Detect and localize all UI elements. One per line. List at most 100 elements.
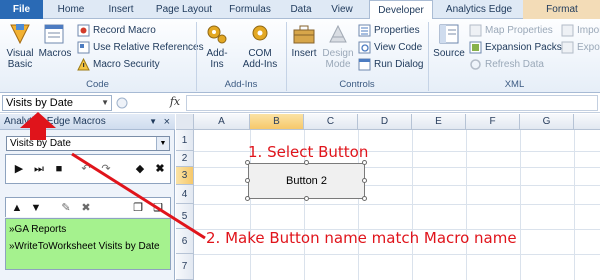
list-item[interactable]: »GA Reports (9, 224, 66, 235)
row-header-6[interactable]: 6 (176, 229, 194, 254)
use-relative-references-button[interactable]: Use Relative References (77, 40, 204, 56)
resize-handle[interactable] (362, 178, 367, 183)
name-box[interactable]: Visits by Date ▼ (2, 95, 112, 111)
stop-icon[interactable]: ■ (51, 161, 67, 177)
tab-page-layout[interactable]: Page Layout (150, 0, 218, 19)
tab-formulas[interactable]: Formulas (222, 0, 278, 19)
com-gear-icon (252, 25, 268, 41)
map-properties-icon (469, 24, 482, 37)
insert-control-button[interactable]: Insert (289, 22, 319, 59)
chevron-down-icon[interactable]: ▼ (156, 137, 169, 150)
column-header-a[interactable]: A (194, 114, 250, 130)
chevron-down-icon[interactable]: ▼ (101, 96, 109, 110)
resize-handle-icon[interactable] (116, 95, 128, 111)
close-icon[interactable]: × (164, 114, 170, 130)
tab-file[interactable]: File (0, 0, 43, 19)
play-icon[interactable]: ▶ (11, 161, 27, 177)
expansion-packs-label: Expansion Packs (485, 42, 562, 53)
paste-icon[interactable]: ❑ (150, 200, 166, 216)
form-control-button[interactable]: Button 2 (248, 163, 365, 199)
playback-toolbar: ▶ ⏭ ■ ↶ ↷ ◆ ✖ (5, 154, 171, 184)
controls-group-label: Controls (339, 79, 375, 90)
macros-label: Macros (38, 48, 72, 59)
tab-home[interactable]: Home (52, 0, 90, 19)
move-down-icon[interactable]: ▼ (28, 200, 44, 216)
redo-icon[interactable]: ↷ (98, 161, 114, 177)
ribbon-tab-row: File Home Insert Page Layout Formulas Da… (0, 0, 600, 20)
worksheet-grid[interactable]: A B C D E F G 1 2 3 4 5 6 7 (176, 114, 600, 280)
tab-developer[interactable]: Developer (369, 0, 433, 20)
import-icon (561, 24, 574, 37)
tag-icon[interactable]: ◆ (132, 161, 148, 177)
resize-handle[interactable] (304, 196, 309, 201)
row-header-7[interactable]: 7 (176, 254, 194, 280)
select-all-corner[interactable] (176, 114, 194, 130)
refresh-icon (470, 59, 481, 70)
column-header-g[interactable]: G (520, 114, 574, 130)
insert-function-button[interactable]: fx (165, 95, 185, 111)
move-up-icon[interactable]: ▲ (9, 200, 25, 216)
macro-select[interactable]: Visits by Date ▼ (6, 136, 170, 151)
xml-source-button[interactable]: Source (431, 22, 467, 59)
expansion-packs-icon (469, 41, 482, 54)
grid-line (412, 130, 413, 280)
pane-menu-icon[interactable]: ▼ (149, 114, 157, 130)
design-mode-button[interactable]: Design Mode (319, 22, 357, 70)
column-header-b[interactable]: B (250, 114, 304, 130)
macros-button[interactable]: Macros (38, 22, 72, 59)
row-header-5[interactable]: 5 (176, 204, 194, 229)
pane-title-bar: Analytics Edge Macros ▼ × (0, 114, 175, 130)
row-header-2[interactable]: 2 (176, 151, 194, 167)
macro-select-value: Visits by Date (10, 138, 71, 149)
xml-group-label: XML (504, 79, 525, 90)
macro-list: »GA Reports »WriteToWorksheet Visits by … (5, 218, 171, 270)
resize-handle[interactable] (245, 196, 250, 201)
relative-references-icon (77, 41, 90, 54)
view-code-button[interactable]: View Code (358, 40, 422, 56)
column-header-h[interactable] (574, 114, 600, 130)
add-ins-group-label: Add-Ins (224, 79, 258, 90)
toolbox-icon (293, 25, 315, 44)
grid-line (194, 254, 600, 255)
edit-icon[interactable]: ✎ (58, 200, 74, 216)
resize-handle[interactable] (245, 178, 250, 183)
column-header-e[interactable]: E (412, 114, 466, 130)
grid-line (574, 130, 575, 280)
com-add-ins-button[interactable]: COM Add-Ins (238, 22, 282, 70)
expansion-packs-button[interactable]: Expansion Packs (469, 40, 562, 56)
formula-input[interactable] (186, 95, 598, 111)
column-header-c[interactable]: C (304, 114, 358, 130)
step-icon[interactable]: ⏭ (31, 161, 47, 177)
column-header-d[interactable]: D (358, 114, 412, 130)
export-button[interactable]: Expor (561, 40, 600, 56)
refresh-data-button[interactable]: Refresh Data (469, 57, 544, 73)
tab-data[interactable]: Data (284, 0, 318, 19)
resize-handle[interactable] (362, 196, 367, 201)
column-header-f[interactable]: F (466, 114, 520, 130)
row-header-3[interactable]: 3 (176, 167, 194, 185)
tab-view[interactable]: View (325, 0, 359, 19)
record-macro-button[interactable]: Record Macro (77, 23, 156, 39)
insert-control-label: Insert (291, 48, 317, 59)
row-header-4[interactable]: 4 (176, 185, 194, 204)
undo-icon[interactable]: ↶ (78, 161, 94, 177)
tab-insert[interactable]: Insert (98, 0, 144, 19)
tab-analytics-edge[interactable]: Analytics Edge (438, 0, 520, 19)
remove-icon[interactable]: ✖ (78, 200, 94, 216)
map-properties-button[interactable]: Map Properties (469, 23, 553, 39)
macro-security-button[interactable]: Macro Security (77, 57, 160, 73)
properties-button[interactable]: Properties (358, 23, 420, 39)
properties-label: Properties (374, 25, 420, 36)
list-item[interactable]: »WriteToWorksheet Visits by Date (9, 241, 160, 252)
annotation-step-2: 2. Make Button name match Macro name (206, 229, 517, 247)
record-macro-label: Record Macro (93, 25, 156, 36)
row-header-1[interactable]: 1 (176, 130, 194, 151)
run-dialog-button[interactable]: Run Dialog (358, 57, 423, 73)
visual-basic-button[interactable]: Visual Basic (3, 22, 37, 70)
add-ins-button[interactable]: Add-Ins (200, 22, 234, 70)
delete-icon[interactable]: ✖ (152, 161, 168, 177)
import-button[interactable]: Impor (561, 23, 600, 39)
copy-icon[interactable]: ❐ (130, 200, 146, 216)
tab-format[interactable]: Format (538, 0, 586, 19)
macro-security-label: Macro Security (93, 59, 160, 70)
